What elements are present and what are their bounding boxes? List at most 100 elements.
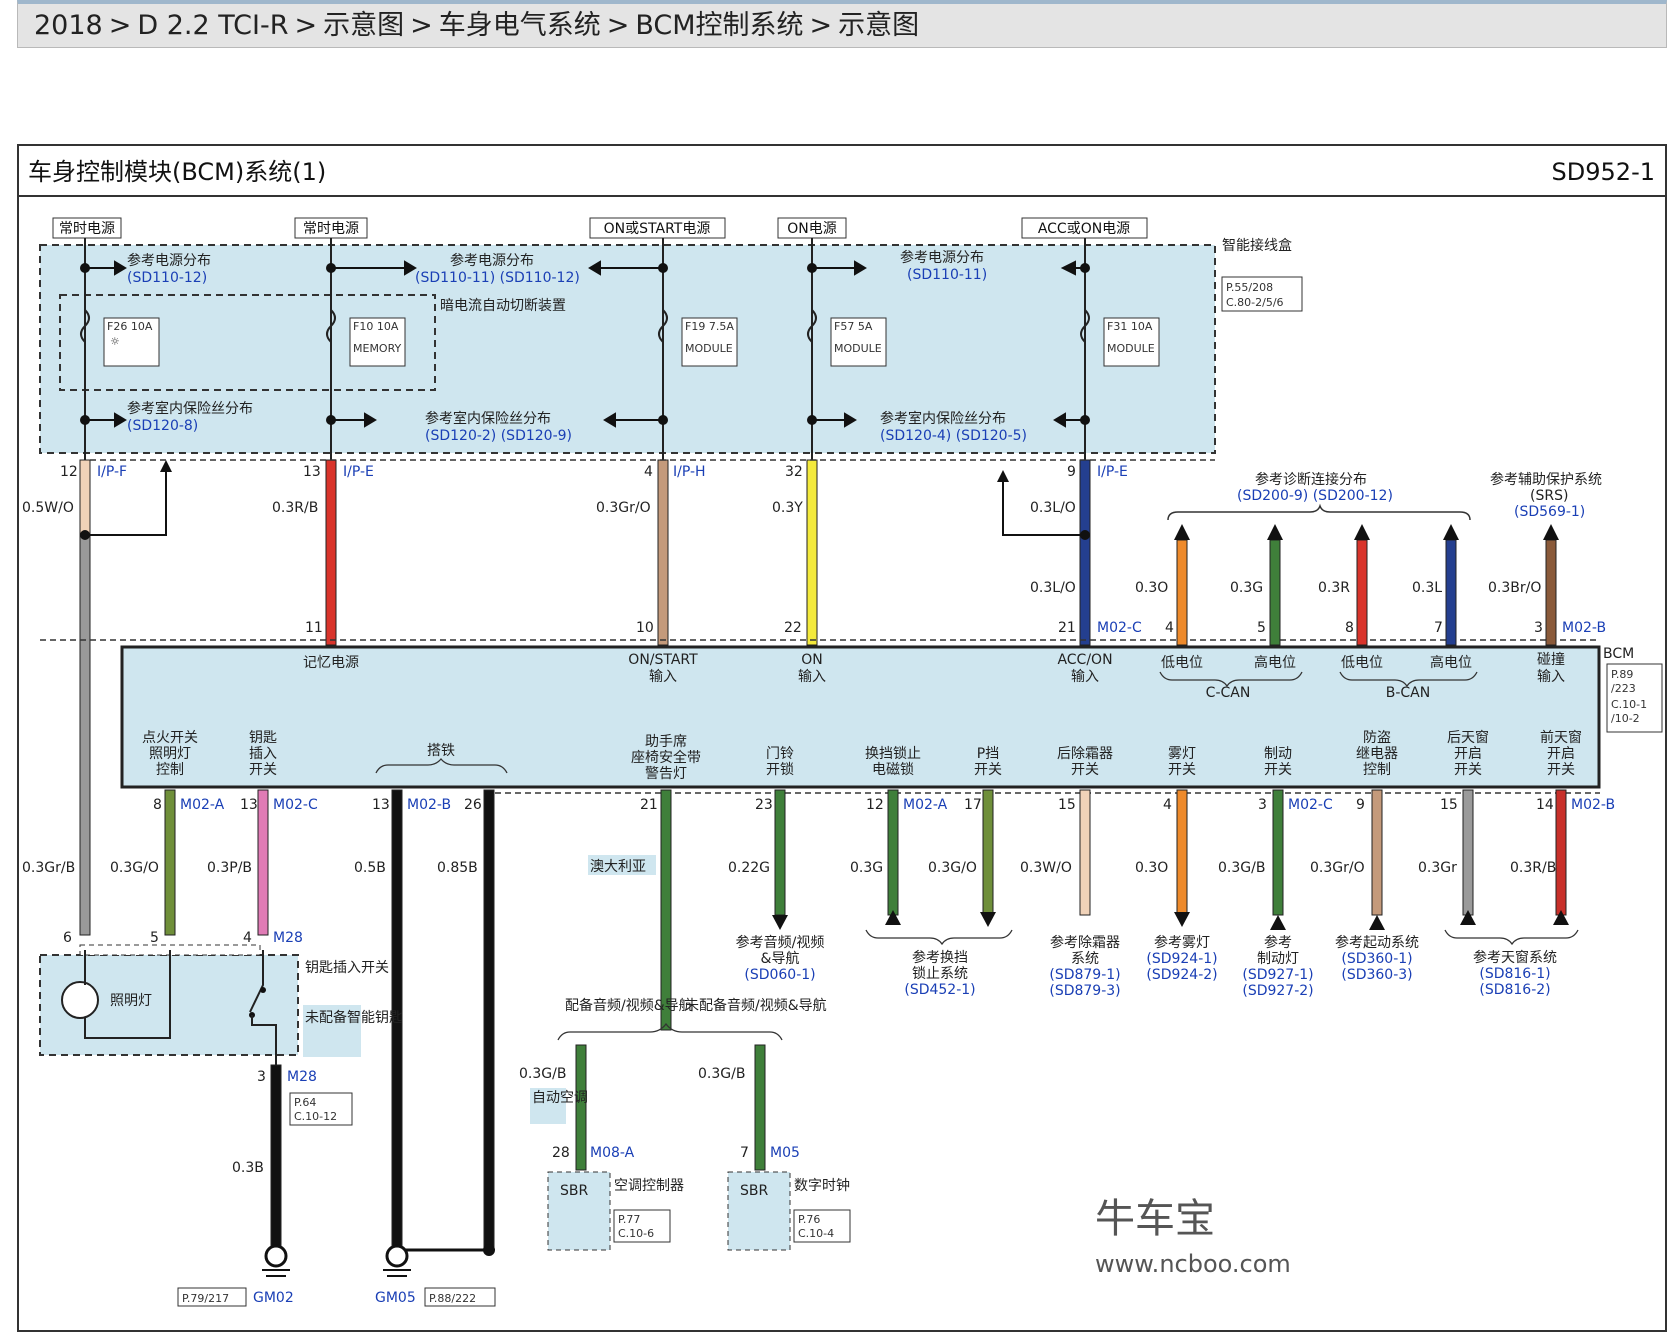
system-ref-code[interactable]: (SD924-1) [1146, 951, 1217, 967]
system-ref-code[interactable]: (SD924-2) [1146, 967, 1217, 983]
srs-ref-code[interactable]: (SD569-1) [1514, 504, 1585, 520]
wire-green [887, 789, 899, 916]
junction-box-page: P.55/208 [1226, 281, 1273, 294]
fuse-label: F10 10A [353, 320, 399, 333]
wire-spec: 0.3P/B [207, 860, 252, 876]
bcm-input-label: 输入 [649, 669, 677, 685]
component-connector: C.10-12 [294, 1110, 337, 1123]
bcm-output-label: P挡 [977, 746, 999, 762]
system-ref-code[interactable]: (SD452-1) [904, 982, 975, 998]
wire-spec: 0.3G/O [928, 860, 977, 876]
power-ref: 参考电源分布 [900, 249, 984, 266]
fuse-sub: MODULE [834, 342, 882, 355]
system-ref-code[interactable]: (SD816-1) [1479, 966, 1550, 982]
pin-number: 8 [153, 797, 162, 813]
connector-code: M02-B [407, 797, 451, 813]
wire-spec: 0.3L [1412, 580, 1442, 596]
bcm-output-label: 防盗 [1363, 730, 1391, 746]
bcm-input-label: 低电位 [1161, 655, 1203, 671]
connector-code: M02-C [1097, 620, 1142, 636]
wire-spec: 0.3Gr/B [22, 860, 75, 876]
pin-number: 13 [372, 797, 390, 813]
junction-box [39, 244, 1216, 454]
wire-spec: 0.3G [850, 860, 883, 876]
pin-number: 3 [1258, 797, 1267, 813]
system-ref-code[interactable]: (SD879-1) [1049, 967, 1120, 983]
system-ref-code[interactable]: (SD816-2) [1479, 982, 1550, 998]
system-ref-code[interactable]: (SD879-3) [1049, 983, 1120, 999]
fuse-ref-code[interactable]: (SD120-8) [127, 418, 198, 434]
bcm-output-label: 制动 [1264, 746, 1292, 762]
system-ref-code[interactable]: (SD927-1) [1242, 967, 1313, 983]
power-ref-code[interactable]: (SD110-12) [127, 270, 207, 286]
bcm-output-label: 助手席 [645, 734, 687, 750]
fuse-label: F57 5A [834, 320, 873, 333]
bcm-output-label: 开关 [1168, 762, 1196, 778]
bcm-input-label: 输入 [798, 669, 826, 685]
wiring-diagram: 车身控制模块(BCM)系统(1) SD952-1 智能接线盒 P.55/208 … [17, 144, 1667, 1332]
diagram-title: 车身控制模块(BCM)系统(1) [28, 158, 326, 186]
australia-label: 澳大利亚 [590, 859, 646, 875]
wire-white-orange [79, 459, 91, 536]
wire-red-black [325, 459, 337, 646]
junction-box-connector: C.80-2/5/6 [1226, 296, 1284, 309]
pin-number: 5 [1257, 620, 1266, 636]
fuse-ref-code[interactable]: (SD120-4) (SD120-5) [880, 428, 1027, 444]
fuse-label: F26 10A [107, 320, 153, 333]
ground-code: GM05 [375, 1290, 416, 1306]
system-ref: 参考音频/视频 [736, 934, 825, 951]
system-ref: 参考雾灯 [1154, 934, 1210, 951]
bcm-output-label: 警告灯 [645, 766, 687, 782]
connector-code: M02-C [273, 797, 318, 813]
can-ref-code[interactable]: (SD200-9) (SD200-12) [1237, 488, 1393, 504]
source-label: ACC或ON电源 [1038, 221, 1130, 237]
source-label: ON电源 [787, 221, 837, 237]
power-ref-code[interactable]: (SD110-11) (SD110-12) [415, 270, 580, 286]
fuse-ref-code[interactable]: (SD120-2) (SD120-9) [425, 428, 572, 444]
wire-green-orange [164, 789, 176, 936]
dark-current-cutoff-label: 暗电流自动切断装置 [440, 298, 566, 314]
connector-code: M08-A [590, 1145, 635, 1161]
bcm-output-label: 控制 [156, 762, 184, 778]
fuse-ref: 参考室内保险丝分布 [880, 410, 1006, 427]
key-switch-label: 钥匙插入开关 [305, 960, 389, 976]
connector-code: I/P-E [343, 464, 374, 480]
pin-number: 9 [1067, 464, 1076, 480]
system-ref-code[interactable]: (SD060-1) [744, 967, 815, 983]
wire-green-black [575, 1044, 587, 1171]
pin-number: 21 [640, 797, 658, 813]
pin-number: 26 [464, 797, 482, 813]
bcm-output-label: 后除霜器 [1057, 746, 1113, 762]
component-page: P.77 [618, 1213, 640, 1226]
bcm-output-label: 开关 [249, 762, 277, 778]
pin-number: 28 [552, 1145, 570, 1161]
power-ref-code[interactable]: (SD110-11) [907, 267, 987, 283]
connector-code: M28 [273, 930, 303, 946]
bcm-output-label: 搭铁 [427, 743, 455, 759]
bcm-input-label: 高电位 [1254, 654, 1296, 671]
source-label: ON或START电源 [604, 221, 711, 237]
pin-number: 13 [240, 797, 258, 813]
bcm-output-label: 点火开关 [142, 730, 198, 746]
system-ref-code[interactable]: (SD360-1) [1341, 951, 1412, 967]
component-connector: C.10-6 [618, 1227, 654, 1240]
srs-ref-2: (SRS) [1530, 488, 1568, 504]
pin-number: 14 [1536, 797, 1554, 813]
system-ref: 参考换挡 [912, 949, 968, 966]
bcm-label: BCM [1603, 646, 1634, 662]
bcm-output-label: 照明灯 [149, 746, 191, 762]
pin-number: 4 [644, 464, 653, 480]
system-ref-code[interactable]: (SD927-2) [1242, 983, 1313, 999]
wire-spec: 0.3W/O [1020, 860, 1072, 876]
connector-code: I/P-E [1097, 464, 1128, 480]
fuse-sub: MODULE [1107, 342, 1155, 355]
connector-code: M28 [287, 1069, 317, 1085]
system-ref-code[interactable]: (SD360-3) [1341, 967, 1412, 983]
ac-controller-label: 空调控制器 [614, 1178, 684, 1194]
bcm-input-label: 输入 [1071, 669, 1099, 685]
pin-number: 9 [1356, 797, 1365, 813]
not-equipped-label: 未配备智能钥匙 [305, 1009, 403, 1026]
source-label: 常时电源 [59, 221, 115, 237]
bcm-input-label: ACC/ON [1057, 652, 1112, 668]
wire-spec: 0.5W/O [22, 500, 74, 516]
